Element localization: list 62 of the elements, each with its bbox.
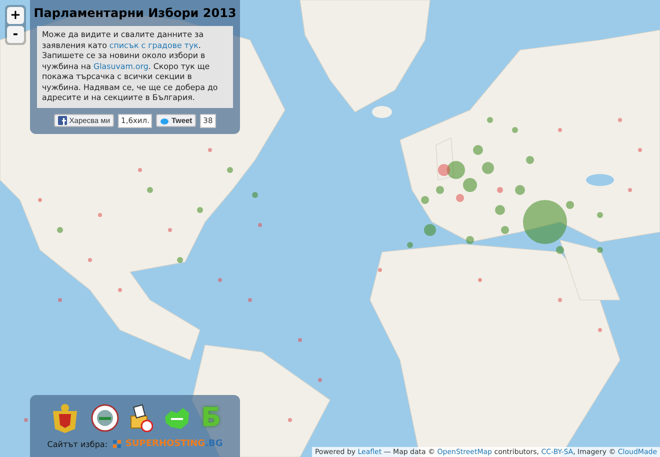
map-marker[interactable] <box>556 246 564 254</box>
map-marker[interactable] <box>407 242 413 248</box>
map-marker[interactable] <box>88 258 92 262</box>
map-marker[interactable] <box>288 418 292 422</box>
map-marker[interactable] <box>628 188 632 192</box>
map-marker[interactable] <box>482 162 494 174</box>
map-marker[interactable] <box>227 167 233 173</box>
map-marker[interactable] <box>497 187 503 193</box>
map-marker[interactable] <box>118 288 122 292</box>
map-marker[interactable] <box>566 201 574 209</box>
map-marker[interactable] <box>421 196 429 204</box>
map-marker[interactable] <box>558 298 562 302</box>
map-marker[interactable] <box>168 228 172 232</box>
map-marker[interactable] <box>177 257 183 263</box>
zoom-button[interactable]: - <box>7 26 24 43</box>
map-marker[interactable] <box>558 128 562 132</box>
seal-icon <box>91 404 120 432</box>
map-marker[interactable] <box>248 298 252 302</box>
map-marker[interactable] <box>438 164 450 176</box>
map-marker[interactable] <box>38 198 42 202</box>
map-marker[interactable] <box>495 205 505 215</box>
map-marker[interactable] <box>252 192 258 198</box>
map-marker[interactable] <box>57 227 63 233</box>
map-icon <box>163 405 192 431</box>
map-marker[interactable] <box>447 161 465 179</box>
map-marker[interactable] <box>473 145 483 155</box>
map-marker[interactable] <box>424 224 436 236</box>
thumb-icon <box>58 116 68 125</box>
map-marker[interactable] <box>258 223 262 227</box>
map-marker[interactable] <box>466 236 474 244</box>
squares-icon <box>112 440 121 448</box>
map-marker[interactable] <box>218 278 222 282</box>
map-marker[interactable] <box>597 212 603 218</box>
map-marker[interactable] <box>597 247 603 253</box>
map-marker[interactable] <box>638 148 642 152</box>
map-marker[interactable] <box>487 117 493 123</box>
map-marker[interactable] <box>58 298 62 302</box>
map-marker[interactable] <box>208 148 212 152</box>
ballot-box-icon <box>129 404 154 432</box>
map-marker[interactable] <box>378 268 382 272</box>
map-marker[interactable] <box>515 185 525 195</box>
map-marker[interactable] <box>618 118 622 122</box>
map-marker[interactable] <box>598 328 602 332</box>
map-marker[interactable] <box>24 418 28 422</box>
page-title: Парламентарни Избори 2013 <box>34 6 236 20</box>
map-marker[interactable] <box>147 187 153 193</box>
map-marker[interactable] <box>526 156 534 164</box>
map-marker[interactable] <box>512 127 518 133</box>
map-marker[interactable] <box>138 168 142 172</box>
zoom-button[interactable]: + <box>7 7 24 24</box>
map-marker[interactable] <box>318 378 322 382</box>
map-marker[interactable] <box>478 278 482 282</box>
map-marker[interactable] <box>298 338 302 342</box>
sponsor-label: Сайтът избра: <box>47 440 108 448</box>
map-marker[interactable] <box>197 207 203 213</box>
map-marker[interactable] <box>98 213 102 217</box>
map-marker[interactable] <box>463 178 477 192</box>
map-marker[interactable] <box>436 186 444 194</box>
map-marker[interactable] <box>501 226 509 234</box>
logo-letter: Б <box>201 403 221 433</box>
map-marker[interactable] <box>523 200 567 244</box>
map-marker[interactable] <box>456 194 464 202</box>
